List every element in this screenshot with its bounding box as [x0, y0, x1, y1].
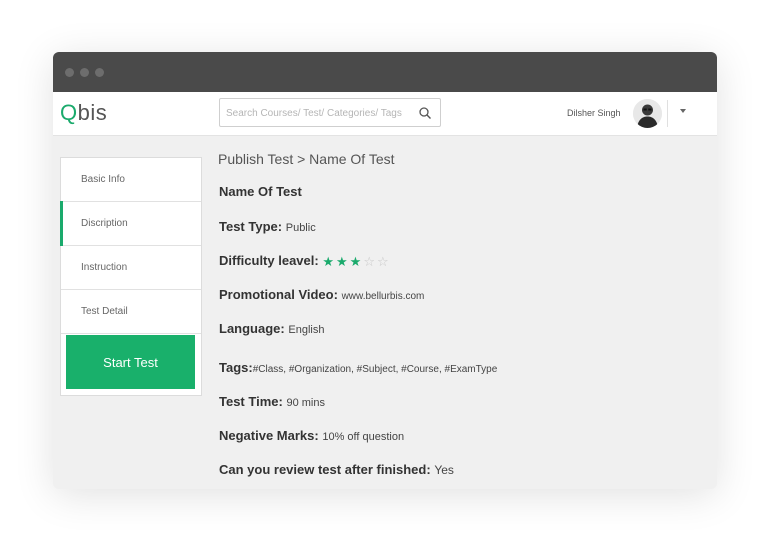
- field-value: English: [288, 324, 325, 336]
- user-name[interactable]: Dilsher Singh: [567, 108, 621, 118]
- avatar[interactable]: [633, 99, 662, 128]
- sidebar-item-test-detail[interactable]: Test Detail: [61, 290, 201, 334]
- tags-value: #Class, #Organization, #Subject, #Course…: [252, 364, 498, 375]
- search-icon[interactable]: [418, 106, 432, 120]
- top-navbar: Qbis Dilsher Singh: [53, 92, 717, 136]
- test-type-row: Test Type: Public: [219, 219, 316, 234]
- chevron-down-icon[interactable]: [680, 109, 686, 113]
- window-control-dot[interactable]: [80, 68, 89, 77]
- breadcrumb: Publish Test > Name Of Test: [218, 151, 395, 167]
- star-filled-icon: ★: [349, 253, 362, 269]
- logo-q: Q: [60, 100, 78, 125]
- field-label: Test Time: [219, 394, 279, 409]
- star-empty-icon: ☆: [363, 253, 375, 269]
- search-input[interactable]: [226, 105, 416, 121]
- field-value: Public: [285, 222, 316, 234]
- star-empty-icon: ☆: [376, 253, 389, 269]
- review-row: Can you review test after finished: Yes: [219, 462, 454, 477]
- browser-window: Qbis Dilsher Singh Basic Info Discriptio…: [53, 52, 717, 489]
- negative-marks-row: Negative Marks: 10% off question: [219, 428, 405, 443]
- field-label: Test Type: [219, 219, 278, 234]
- sidebar-item-basic-info[interactable]: Basic Info: [61, 158, 201, 202]
- main-content: Publish Test > Name Of Test Name Of Test…: [218, 151, 698, 477]
- sidebar-item-discription[interactable]: Discription: [60, 201, 201, 246]
- field-label: Can you review test after finished: [219, 462, 427, 477]
- page-title: Name Of Test: [219, 184, 302, 199]
- avatar-image: [633, 99, 662, 128]
- brand-logo[interactable]: Qbis: [60, 100, 107, 126]
- difficulty-rating: ★ ★ ★ ☆ ☆: [322, 254, 390, 270]
- tags-row: Tags:#Class, #Organization, #Subject, #C…: [219, 360, 498, 375]
- field-label: Negative Marks: [219, 428, 315, 443]
- navbar-divider: [667, 100, 668, 127]
- time-row: Test Time: 90 mins: [219, 394, 325, 409]
- video-row: Promotional Video: www.bellurbis.com: [219, 287, 425, 302]
- field-label: Language: [219, 321, 281, 336]
- window-control-dot[interactable]: [65, 68, 74, 77]
- difficulty-row: Difficulty leavel: ★ ★ ★ ☆ ☆: [219, 253, 390, 270]
- field-label: Promotional Video: [219, 287, 334, 302]
- field-label: Difficulty leavel: [219, 253, 315, 268]
- language-row: Language: English: [219, 321, 325, 336]
- sidebar-item-instruction[interactable]: Instruction: [61, 246, 201, 290]
- star-filled-icon: ★: [336, 253, 348, 269]
- window-control-dot[interactable]: [95, 68, 104, 77]
- field-value: 10% off question: [322, 431, 405, 443]
- sidebar: Basic Info Discription Instruction Test …: [60, 157, 202, 396]
- video-link[interactable]: www.bellurbis.com: [342, 291, 425, 302]
- search-box: [219, 98, 441, 127]
- field-label: Tags: [219, 360, 249, 375]
- window-titlebar: [53, 52, 717, 92]
- field-value: Yes: [434, 463, 454, 477]
- logo-text: bis: [77, 100, 108, 125]
- star-filled-icon: ★: [322, 253, 334, 269]
- start-test-button[interactable]: Start Test: [66, 335, 195, 389]
- field-value: 90 mins: [286, 397, 325, 409]
